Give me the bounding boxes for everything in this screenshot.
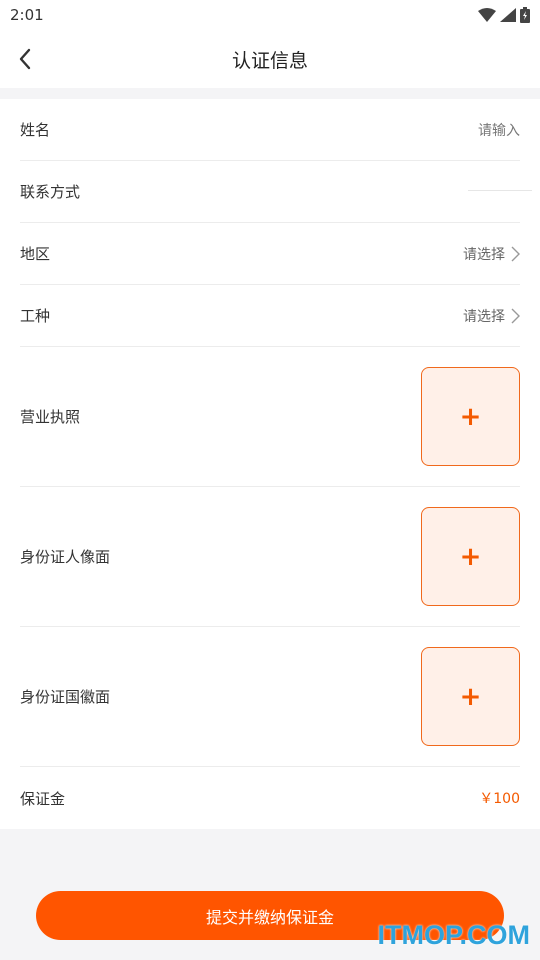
plus-icon: + bbox=[459, 401, 482, 432]
name-label: 姓名 bbox=[20, 121, 51, 139]
region-label: 地区 bbox=[20, 245, 51, 263]
license-row: 营业执照 + bbox=[20, 347, 520, 487]
license-upload-button[interactable]: + bbox=[421, 367, 520, 466]
contact-label: 联系方式 bbox=[20, 183, 81, 201]
certification-form: 姓名 请输入 联系方式 地区 请选择 工种 请选择 营业执照 + 身份证人像面 bbox=[0, 99, 540, 829]
id-back-label: 身份证国徽面 bbox=[20, 688, 111, 706]
signal-icon bbox=[500, 8, 516, 22]
deposit-amount: ￥100 bbox=[479, 791, 520, 807]
name-row[interactable]: 姓名 请输入 bbox=[20, 99, 520, 161]
trade-value: 请选择 bbox=[463, 308, 505, 325]
id-back-row: 身份证国徽面 + bbox=[20, 627, 520, 767]
status-time: 2:01 bbox=[10, 6, 44, 24]
watermark-logo: ITMOP.COM bbox=[377, 920, 530, 950]
id-front-upload-button[interactable]: + bbox=[421, 507, 520, 606]
battery-icon bbox=[520, 7, 530, 23]
trade-label: 工种 bbox=[20, 307, 51, 325]
page-title: 认证信息 bbox=[231, 49, 308, 72]
plus-icon: + bbox=[459, 541, 482, 572]
trade-row[interactable]: 工种 请选择 bbox=[20, 285, 520, 347]
region-row[interactable]: 地区 请选择 bbox=[20, 223, 520, 285]
name-input[interactable]: 请输入 bbox=[478, 120, 520, 140]
license-label: 营业执照 bbox=[20, 408, 81, 426]
plus-icon: + bbox=[459, 681, 482, 712]
region-select[interactable]: 请选择 bbox=[463, 244, 520, 264]
deposit-row: 保证金 ￥100 bbox=[20, 767, 520, 829]
wifi-icon bbox=[478, 8, 496, 22]
status-icons bbox=[478, 7, 530, 23]
id-front-row: 身份证人像面 + bbox=[20, 487, 520, 627]
id-front-label: 身份证人像面 bbox=[20, 548, 111, 566]
status-bar: 2:01 bbox=[0, 0, 540, 30]
nav-bar: 认证信息 bbox=[0, 30, 540, 88]
chevron-right-icon bbox=[511, 308, 520, 323]
trade-select[interactable]: 请选择 bbox=[463, 306, 520, 326]
region-value: 请选择 bbox=[463, 246, 505, 263]
id-back-upload-button[interactable]: + bbox=[421, 647, 520, 746]
back-arrow-icon bbox=[19, 48, 31, 70]
deposit-label: 保证金 bbox=[20, 789, 66, 808]
contact-row[interactable]: 联系方式 bbox=[20, 161, 532, 223]
submit-label: 提交并缴纳保证金 bbox=[205, 907, 334, 927]
back-button[interactable] bbox=[10, 44, 40, 74]
contact-input[interactable] bbox=[468, 190, 532, 191]
chevron-right-icon bbox=[511, 246, 520, 261]
